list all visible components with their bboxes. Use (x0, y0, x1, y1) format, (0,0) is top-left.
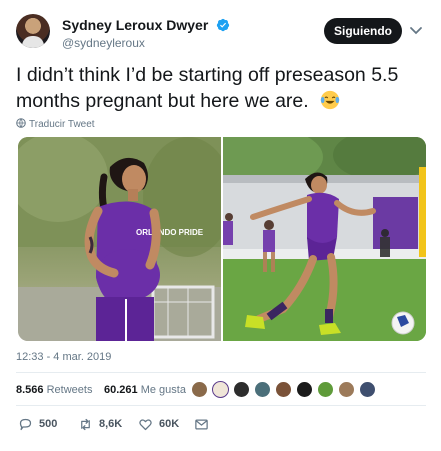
retweet-button[interactable]: 8,6K (78, 414, 122, 434)
divider (16, 372, 426, 373)
author-handle[interactable]: @sydneyleroux (62, 36, 230, 50)
likes-stat[interactable]: 60.261 Me gusta (104, 384, 186, 396)
author-name[interactable]: Sydney Leroux Dwyer (62, 17, 208, 33)
retweets-label: Retweets (46, 384, 93, 396)
standing-player-illustration: ORLANDO PRIDE (18, 137, 221, 341)
liker-avatar[interactable] (296, 381, 313, 398)
photo-standing[interactable]: ORLANDO PRIDE (18, 137, 221, 341)
direct-message-button[interactable] (194, 414, 215, 434)
liker-avatar[interactable] (317, 381, 334, 398)
likes-label: Me gusta (140, 384, 186, 396)
tweet-timestamp[interactable]: 12:33 - 4 mar. 2019 (16, 351, 111, 363)
photo-kicking[interactable] (223, 137, 426, 341)
heart-icon (139, 418, 152, 430)
reply-count: 500 (39, 418, 58, 430)
tweet-actions: 500 8,6K 60K (16, 414, 426, 434)
tweet-media[interactable]: ORLANDO PRIDE (18, 137, 426, 341)
tweet-text: I didn’t think I’d be starting off prese… (16, 62, 426, 114)
liker-avatar[interactable] (275, 381, 292, 398)
liker-avatar[interactable] (212, 381, 229, 398)
retweet-icon (81, 418, 90, 430)
reply-icon (19, 418, 32, 430)
following-button[interactable]: Siguiendo (324, 18, 402, 44)
translate-label: Traducir Tweet (29, 119, 95, 130)
laughing-crying-emoji-icon (320, 90, 340, 110)
retweet-count: 8,6K (99, 418, 123, 430)
verified-badge-icon (216, 18, 229, 31)
tweet-stats: 8.566 Retweets 60.261 Me gusta (16, 381, 426, 399)
like-button[interactable]: 60K (138, 414, 179, 434)
jersey-text: ORLANDO PRIDE (136, 228, 204, 237)
likes-count: 60.261 (104, 384, 138, 396)
retweets-count: 8.566 (16, 384, 44, 396)
chevron-down-icon[interactable] (408, 22, 424, 38)
reply-button[interactable]: 500 (18, 414, 57, 434)
liker-avatar[interactable] (359, 381, 376, 398)
liker-avatar[interactable] (338, 381, 355, 398)
avatar[interactable] (16, 14, 50, 48)
tweet-header: Sydney Leroux Dwyer @sydneyleroux Siguie… (16, 14, 426, 54)
like-count: 60K (159, 418, 180, 430)
author-block: Sydney Leroux Dwyer @sydneyleroux (62, 16, 230, 50)
liker-avatar[interactable] (233, 381, 250, 398)
globe-icon (16, 118, 26, 128)
divider (16, 405, 426, 406)
liker-avatar[interactable] (254, 381, 271, 398)
liker-avatar[interactable] (191, 381, 208, 398)
retweets-stat[interactable]: 8.566 Retweets (16, 384, 92, 396)
tweet-card: Sydney Leroux Dwyer @sydneyleroux Siguie… (0, 0, 441, 451)
envelope-icon (195, 419, 208, 429)
translate-tweet-link[interactable]: Traducir Tweet (16, 118, 95, 130)
kicking-player-illustration (223, 137, 426, 341)
